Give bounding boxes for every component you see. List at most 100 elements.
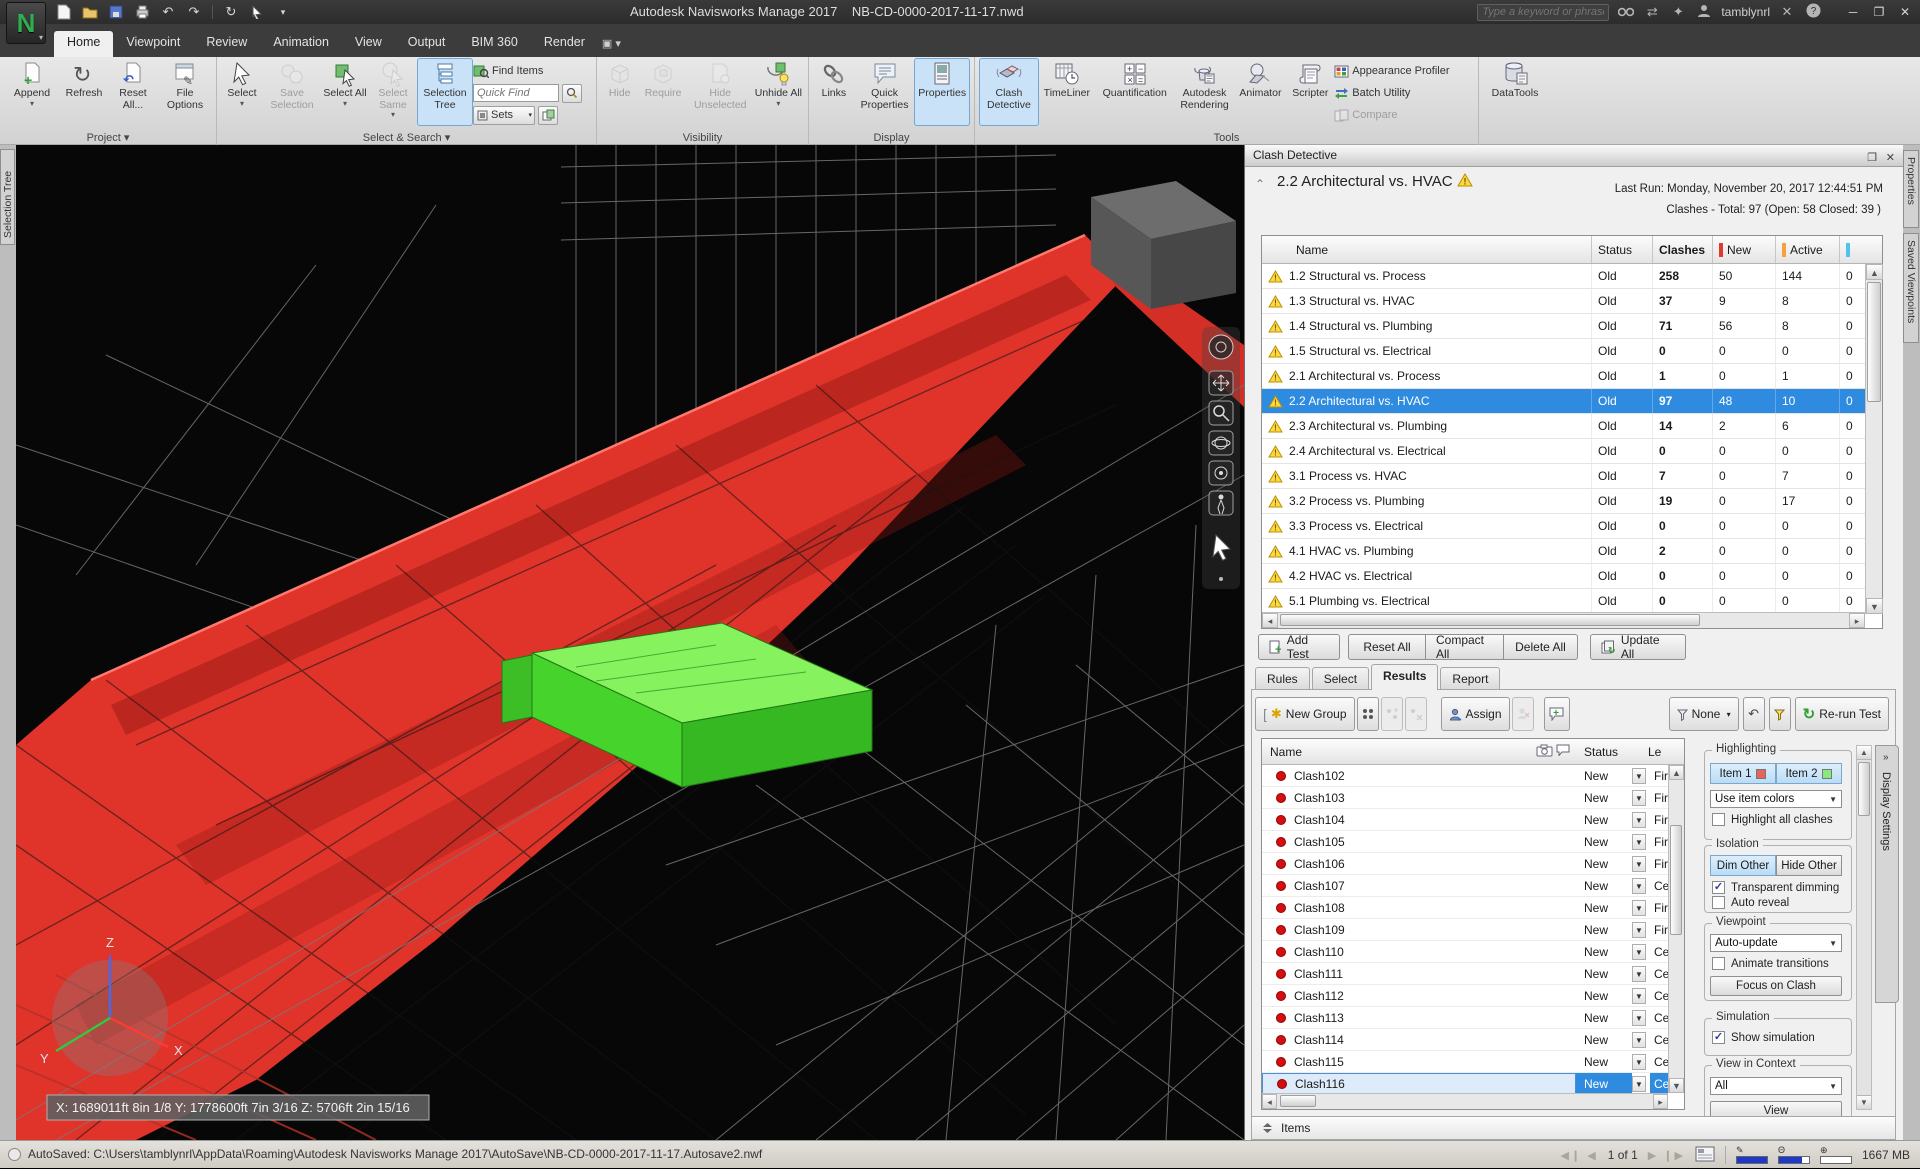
clash-result-row[interactable]: Clash112New▼Ce xyxy=(1262,985,1668,1007)
clash-list-horizontal-scrollbar[interactable]: ◂ ▸ xyxy=(1262,1093,1668,1109)
show-simulation-checkbox[interactable]: ✓ Show simulation xyxy=(1712,1031,1815,1044)
quick-properties-button[interactable]: Quick Properties xyxy=(855,58,915,126)
appearance-profiler-button[interactable]: Appearance Profiler xyxy=(1334,61,1474,81)
collapse-chevron-icon[interactable]: ⌃ xyxy=(1255,177,1273,193)
comment-icon[interactable] xyxy=(1556,744,1576,759)
reset-filter-button[interactable]: ↶ xyxy=(1743,697,1765,731)
model-canvas[interactable]: Z X Y X: 1689011ft 8in 1/8 Y: 1778600ft … xyxy=(16,145,1244,1140)
user-icon[interactable] xyxy=(1695,4,1713,21)
status-dropdown-arrow[interactable]: ▼ xyxy=(1632,1076,1646,1092)
clash-test-row[interactable]: !3.1 Process vs. HVACOld7070 xyxy=(1262,464,1865,489)
first-sheet-button[interactable]: ◀❙ ◀ xyxy=(1561,1149,1598,1162)
clash-result-row[interactable]: Clash108New▼Fir xyxy=(1262,897,1668,919)
save-selection-button[interactable]: Save Selection xyxy=(263,58,321,126)
application-menu-button[interactable]: N ▾ xyxy=(6,2,46,44)
ribbon-tab-review[interactable]: Review xyxy=(193,31,260,57)
clash-test-row[interactable]: !2.4 Architectural vs. ElectricalOld0000 xyxy=(1262,439,1865,464)
find-items-button[interactable]: Find Items xyxy=(473,61,591,81)
scrollbar-thumb[interactable] xyxy=(1280,1095,1316,1107)
clash-result-row[interactable]: Clash111New▼Ce xyxy=(1262,963,1668,985)
status-dropdown-arrow[interactable]: ▼ xyxy=(1632,1010,1646,1026)
print-icon[interactable] xyxy=(132,3,152,21)
clash-result-row[interactable]: Clash116New▼Ce xyxy=(1262,1073,1668,1095)
auto-reveal-checkbox[interactable]: Auto reveal xyxy=(1712,896,1789,909)
hide-button[interactable]: Hide xyxy=(601,58,638,126)
tests-table-vertical-scrollbar[interactable]: ▲ ▼ xyxy=(1865,264,1882,614)
scrollbar-thumb[interactable] xyxy=(1858,762,1870,816)
require-button[interactable]: Require xyxy=(638,58,687,126)
properties-side-tab[interactable]: Properties xyxy=(1903,150,1919,228)
group-label-project[interactable]: Project ▾ xyxy=(0,131,216,144)
close-session-icon[interactable]: ✕ xyxy=(1778,4,1796,20)
timeliner-button[interactable]: TimeLiner xyxy=(1039,58,1095,126)
3d-viewport[interactable]: Z X Y X: 1689011ft 8in 1/8 Y: 1778600ft … xyxy=(16,145,1244,1140)
search-input[interactable] xyxy=(1477,4,1609,21)
add-test-button[interactable]: + Add Test xyxy=(1258,634,1340,660)
column-header-clashes[interactable]: Clashes xyxy=(1653,236,1713,263)
clash-column-status[interactable]: Status xyxy=(1576,745,1632,759)
tab-report[interactable]: Report xyxy=(1440,667,1500,690)
item1-toggle-button[interactable]: Item 1 xyxy=(1710,763,1776,784)
group-selected-button[interactable] xyxy=(1357,697,1379,731)
compact-all-button[interactable]: Compact All xyxy=(1426,634,1504,660)
minimize-button[interactable]: ─ xyxy=(1840,3,1866,22)
clash-test-row[interactable]: !5.1 Plumbing vs. ElectricalOld0000 xyxy=(1262,589,1865,614)
properties-button[interactable]: Properties xyxy=(914,58,970,126)
signed-in-user[interactable]: tamblynrl xyxy=(1721,5,1770,19)
append-button[interactable]: + Append▾ xyxy=(4,58,60,126)
status-dropdown-arrow[interactable]: ▼ xyxy=(1632,768,1646,784)
items-section-bar[interactable]: Items xyxy=(1251,1116,1896,1140)
clash-result-row[interactable]: Clash102New▼Fir xyxy=(1262,765,1668,787)
ribbon-tab-home[interactable]: Home xyxy=(54,31,113,57)
column-header-reviewed[interactable] xyxy=(1840,236,1865,263)
scroll-down-arrow[interactable]: ▼ xyxy=(1669,1078,1684,1093)
group-label-display[interactable]: Display xyxy=(809,132,974,144)
focus-on-clash-button[interactable]: Focus on Clash xyxy=(1710,976,1842,996)
selection-tree-button[interactable]: Selection Tree xyxy=(417,58,473,126)
panel-vertical-scrollbar[interactable]: ▲ ▼ xyxy=(1856,745,1872,1110)
clash-result-row[interactable]: Clash113New▼Ce xyxy=(1262,1007,1668,1029)
walk-icon[interactable] xyxy=(1209,491,1233,515)
clash-test-row[interactable]: !1.3 Structural vs. HVACOld37980 xyxy=(1262,289,1865,314)
unhide-all-button[interactable]: Unhide All▾ xyxy=(753,58,804,126)
clash-test-row[interactable]: !2.1 Architectural vs. ProcessOld1010 xyxy=(1262,364,1865,389)
add-to-group-button[interactable] xyxy=(1381,697,1403,731)
undo-icon[interactable]: ↶ xyxy=(158,3,178,21)
clash-column-level[interactable]: Le xyxy=(1648,745,1684,759)
status-dropdown-arrow[interactable]: ▼ xyxy=(1632,922,1646,938)
compare-button[interactable]: Compare xyxy=(1334,105,1474,125)
autodesk-rendering-button[interactable]: Autodesk Rendering xyxy=(1175,58,1235,126)
search-binoculars-icon[interactable] xyxy=(1617,5,1635,20)
quantification-button[interactable]: +−×= Quantification xyxy=(1095,58,1175,126)
sets-dropdown[interactable]: Sets▾ xyxy=(473,106,535,125)
clash-result-row[interactable]: Clash114New▼Ce xyxy=(1262,1029,1668,1051)
clash-result-row[interactable]: Clash104New▼Fir xyxy=(1262,809,1668,831)
clash-test-row[interactable]: !2.2 Architectural vs. HVACOld9748100 xyxy=(1262,389,1865,414)
clash-test-row[interactable]: !1.5 Structural vs. ElectricalOld0000 xyxy=(1262,339,1865,364)
full-navigation-wheel-icon[interactable] xyxy=(1209,335,1233,359)
clash-test-row[interactable]: !4.2 HVAC vs. ElectricalOld0000 xyxy=(1262,564,1865,589)
view-in-context-dropdown[interactable]: All▼ xyxy=(1710,1077,1842,1095)
clash-result-row[interactable]: Clash103New▼Fir xyxy=(1262,787,1668,809)
sheet-browser-icon[interactable] xyxy=(1695,1146,1715,1165)
status-dropdown-arrow[interactable]: ▼ xyxy=(1632,812,1646,828)
quick-find-search-button[interactable] xyxy=(562,84,582,103)
selection-tree-side-tab[interactable]: Selection Tree xyxy=(0,149,15,245)
column-header-active[interactable]: Active xyxy=(1776,236,1840,263)
ribbon-tab-render[interactable]: Render xyxy=(531,31,598,57)
clash-test-row[interactable]: !1.4 Structural vs. PlumbingOld715680 xyxy=(1262,314,1865,339)
hide-unselected-button[interactable]: Hide Unselected xyxy=(688,58,753,126)
new-group-button[interactable]: [✱ New Group xyxy=(1255,697,1355,731)
item-colors-dropdown[interactable]: Use item colors▼ xyxy=(1710,790,1842,808)
status-dropdown-arrow[interactable]: ▼ xyxy=(1632,988,1646,1004)
select-cursor-icon[interactable] xyxy=(247,3,267,21)
clash-test-row[interactable]: !4.1 HVAC vs. PlumbingOld2000 xyxy=(1262,539,1865,564)
navbar-options-dots[interactable] xyxy=(1219,577,1223,581)
unassign-button[interactable] xyxy=(1512,697,1534,731)
scroll-left-arrow[interactable]: ◂ xyxy=(1262,613,1278,628)
display-settings-tab[interactable]: » Display Settings xyxy=(1875,745,1899,1003)
scroll-up-arrow[interactable]: ▲ xyxy=(1669,765,1684,780)
panel-title-bar[interactable]: Clash Detective ❐ ✕ xyxy=(1245,145,1903,167)
ribbon-tab-view[interactable]: View xyxy=(342,31,395,57)
tab-results[interactable]: Results xyxy=(1371,664,1438,690)
